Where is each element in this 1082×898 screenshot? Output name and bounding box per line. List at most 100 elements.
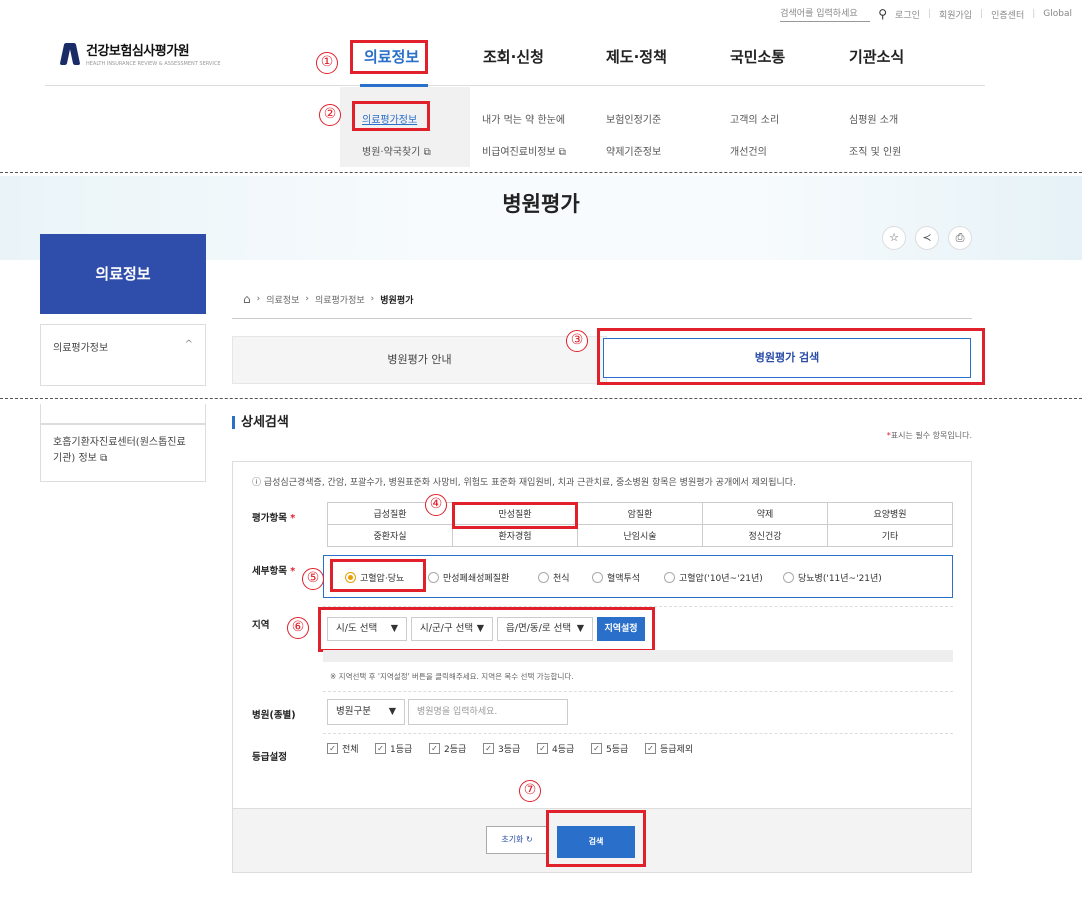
divider: | bbox=[1032, 9, 1036, 19]
logo-text: 건강보험심사평가원 bbox=[86, 44, 190, 59]
submenu-my-drugs[interactable]: 내가 먹는 약 한눈에 bbox=[482, 111, 565, 126]
sidebar-item-fragment bbox=[40, 404, 206, 424]
eval-item-option[interactable]: 정신건강 bbox=[702, 524, 828, 547]
utility-bar: 검색어를 입력하세요 ⚲ 로그인 | 회원가입 | 인증센터 | Global bbox=[780, 6, 1072, 22]
selected-region-area bbox=[323, 650, 953, 662]
submenu-drug-criteria[interactable]: 약제기준정보 bbox=[606, 143, 661, 158]
radio-icon bbox=[428, 572, 439, 583]
hospital-name-input[interactable]: 병원명을 입력하세요. bbox=[408, 699, 568, 725]
check-icon: ✓ bbox=[537, 743, 548, 754]
hospital-type-select[interactable]: 병원구분 ▼ bbox=[327, 699, 405, 725]
chevron-right-icon: › bbox=[256, 294, 261, 304]
join-link[interactable]: 회원가입 bbox=[939, 8, 972, 21]
external-link-icon: ⧉ bbox=[100, 453, 108, 464]
gnb-communication[interactable]: 국민소통 bbox=[730, 46, 785, 67]
row-divider bbox=[323, 733, 953, 734]
radio-option[interactable]: 만성폐쇄성폐질환 bbox=[428, 571, 509, 584]
sidebar-item-eval-info[interactable]: 의료평가정보 ^ bbox=[40, 324, 206, 386]
dashed-separator bbox=[0, 398, 1082, 399]
check-icon: ✓ bbox=[645, 743, 656, 754]
grade-checkbox[interactable]: ✓ 2등급 bbox=[429, 742, 466, 755]
step-marker-2: ② bbox=[319, 104, 341, 126]
submenu-org[interactable]: 조직 및 인원 bbox=[849, 143, 901, 158]
page-title: 병원평가 bbox=[502, 192, 580, 216]
region-hint: ※ 지역선택 후 '지역설정' 버튼을 클릭해주세요. 지역은 복수 선택 가능… bbox=[330, 672, 574, 681]
radio-option[interactable]: 고혈압('10년~'21년) bbox=[664, 571, 763, 584]
search-icon[interactable]: ⚲ bbox=[878, 7, 887, 21]
search-input[interactable]: 검색어를 입력하세요 bbox=[780, 6, 871, 22]
submenu-insurance-criteria[interactable]: 보험인정기준 bbox=[606, 111, 661, 126]
divider: | bbox=[927, 9, 931, 19]
grade-checkbox[interactable]: ✓ 4등급 bbox=[537, 742, 574, 755]
favorite-icon[interactable]: ☆ bbox=[882, 226, 906, 250]
radio-option[interactable]: 천식 bbox=[538, 571, 570, 584]
step-marker-4: ④ bbox=[425, 494, 447, 516]
submenu-find-hospital[interactable]: 병원·약국찾기 ⧉ bbox=[362, 143, 431, 158]
print-icon[interactable]: ⎙ bbox=[948, 226, 972, 250]
gnb-inquiry[interactable]: 조회·신청 bbox=[483, 46, 544, 67]
step-marker-1: ① bbox=[316, 52, 338, 74]
cert-link[interactable]: 인증센터 bbox=[991, 8, 1024, 21]
grade-checkbox[interactable]: ✓ 등급제외 bbox=[645, 742, 693, 755]
highlight-box bbox=[352, 101, 430, 131]
breadcrumb-item[interactable]: 의료평가정보 bbox=[315, 293, 365, 306]
divider: | bbox=[980, 9, 984, 19]
eval-item-option[interactable]: 요양병원 bbox=[827, 502, 953, 525]
external-link-icon: ⧉ bbox=[423, 147, 431, 158]
login-link[interactable]: 로그인 bbox=[895, 8, 920, 21]
sidebar-item-respiratory-center[interactable]: 호흡기환자진료센터(원스톱진료기관) 정보 ⧉ bbox=[40, 424, 206, 482]
eval-item-label: 평가항목 * bbox=[252, 513, 296, 524]
hospital-type-label: 병원(종별) bbox=[252, 710, 296, 721]
site-logo[interactable]: 건강보험심사평가원 HEALTH INSURANCE REVIEW & ASSE… bbox=[59, 40, 221, 67]
submenu-about[interactable]: 심평원 소개 bbox=[849, 111, 898, 126]
sidebar-item-label: 의료평가정보 bbox=[53, 343, 109, 354]
submenu-suggestion[interactable]: 개선건의 bbox=[730, 143, 767, 158]
breadcrumb-divider bbox=[232, 318, 972, 319]
eval-item-option[interactable]: 약제 bbox=[702, 502, 828, 525]
global-link[interactable]: Global bbox=[1043, 9, 1072, 19]
highlight-box bbox=[597, 328, 985, 385]
grade-checkbox[interactable]: ✓ 1등급 bbox=[375, 742, 412, 755]
grade-label: 등급설정 bbox=[252, 752, 287, 763]
share-icon[interactable]: ≺ bbox=[915, 226, 939, 250]
section-title: 상세검색 bbox=[232, 416, 289, 429]
dashed-separator bbox=[0, 172, 1082, 173]
submenu-noncovered[interactable]: 비급여진료비정보 ⧉ bbox=[482, 143, 566, 158]
logo-icon bbox=[59, 42, 81, 65]
external-link-icon: ⧉ bbox=[558, 147, 566, 158]
reset-button[interactable]: 초기화 ↻ bbox=[486, 826, 548, 854]
notice-text: ⓘ 급성심근경색증, 간암, 포괄수가, 병원표준화 사망비, 위험도 표준화 … bbox=[252, 478, 796, 488]
submenu-customer-voice[interactable]: 고객의 소리 bbox=[730, 111, 779, 126]
grade-checkbox[interactable]: ✓ 3등급 bbox=[483, 742, 520, 755]
check-icon: ✓ bbox=[483, 743, 494, 754]
highlight-box bbox=[350, 40, 428, 74]
eval-item-table: 급성질환 만성질환 암질환 약제 요양병원 중환자실 환자경험 난임시술 정신건… bbox=[327, 502, 953, 547]
radio-option[interactable]: 당뇨병('11년~'21년) bbox=[783, 571, 882, 584]
highlight-box bbox=[318, 607, 655, 652]
logo-subtext: HEALTH INSURANCE REVIEW & ASSESSMENT SER… bbox=[86, 61, 221, 67]
refresh-icon: ↻ bbox=[525, 835, 533, 844]
sidebar-item-label: 호흡기환자진료센터(원스톱진료기관) 정보 bbox=[53, 437, 186, 464]
step-marker-7: ⑦ bbox=[519, 780, 541, 802]
home-icon[interactable]: ⌂ bbox=[243, 292, 251, 306]
gnb-news[interactable]: 기관소식 bbox=[849, 46, 904, 67]
radio-icon bbox=[592, 572, 603, 583]
gnb-policy[interactable]: 제도·정책 bbox=[606, 46, 667, 67]
radio-icon bbox=[664, 572, 675, 583]
radio-option[interactable]: 혈액투석 bbox=[592, 571, 640, 584]
eval-item-option[interactable]: 암질환 bbox=[577, 502, 703, 525]
grade-checkbox[interactable]: ✓ 5등급 bbox=[591, 742, 628, 755]
chevron-right-icon: › bbox=[305, 294, 309, 304]
eval-item-option[interactable]: 중환자실 bbox=[327, 524, 453, 547]
sidebar-title: 의료정보 bbox=[40, 234, 206, 314]
row-divider bbox=[323, 691, 953, 692]
tab-eval-guide[interactable]: 병원평가 안내 bbox=[232, 336, 607, 384]
eval-item-option[interactable]: 기타 bbox=[827, 524, 953, 547]
eval-item-option[interactable]: 난임시술 bbox=[577, 524, 703, 547]
breadcrumb: ⌂ › 의료정보 › 의료평가정보 › 병원평가 bbox=[243, 292, 413, 306]
radio-icon bbox=[783, 572, 794, 583]
check-icon: ✓ bbox=[327, 743, 338, 754]
breadcrumb-item[interactable]: 의료정보 bbox=[266, 293, 299, 306]
highlight-box bbox=[452, 502, 578, 529]
grade-checkbox[interactable]: ✓ 전체 bbox=[327, 742, 359, 755]
